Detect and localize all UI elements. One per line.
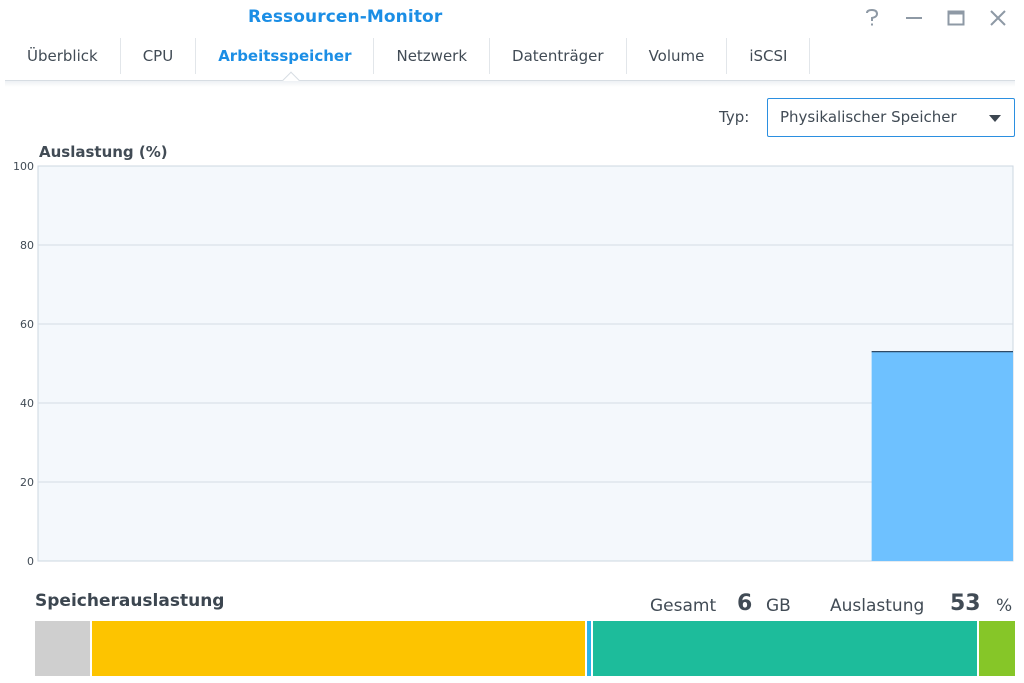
minimize-icon[interactable] <box>902 6 926 30</box>
memory-segment-free <box>978 621 1015 676</box>
usage-value: 53 <box>950 591 981 616</box>
chart-title: Auslastung (%) <box>39 143 168 161</box>
chart-area-fill <box>871 351 1013 561</box>
chart-y-tick-label: 100 <box>13 160 34 173</box>
total-unit: GB <box>766 596 791 616</box>
usage-unit: % <box>996 596 1013 616</box>
total-value: 6 <box>737 591 753 616</box>
chart-y-tick-label: 0 <box>27 555 34 568</box>
tab-cpu[interactable]: CPU <box>121 38 197 74</box>
memory-segment-used <box>91 621 587 676</box>
tab-overview[interactable]: Überblick <box>5 38 121 74</box>
maximize-icon[interactable] <box>944 6 968 30</box>
chart-plot-area <box>37 165 1014 562</box>
chart-y-tick-label: 60 <box>20 318 34 331</box>
type-select[interactable]: Physikalischer Speicher <box>767 98 1015 137</box>
type-label: Typ: <box>719 108 750 126</box>
memory-usage-bar <box>35 621 1015 676</box>
chart-y-tick-label: 40 <box>20 397 34 410</box>
close-icon[interactable] <box>986 6 1010 30</box>
type-select-value: Physikalischer Speicher <box>780 108 957 126</box>
title-bar: Ressourcen-Monitor <box>0 0 1024 36</box>
usage-chart: 0 20 40 60 80 100 <box>13 160 1014 568</box>
chevron-down-icon <box>989 115 1001 122</box>
total-label: Gesamt <box>650 596 717 616</box>
window-title: Ressourcen-Monitor <box>248 7 443 27</box>
tab-memory[interactable]: Arbeitsspeicher <box>196 38 375 74</box>
memory-segment-reserved <box>35 621 92 676</box>
tab-bar: Überblick CPU Arbeitsspeicher Netzwerk D… <box>5 38 811 80</box>
tab-volume[interactable]: Volume <box>627 38 728 74</box>
tab-shadow <box>5 81 1015 87</box>
usage-label: Auslastung <box>830 596 925 616</box>
memory-segment-cache <box>592 621 979 676</box>
tab-disk[interactable]: Datenträger <box>490 38 627 74</box>
help-icon[interactable] <box>860 6 884 30</box>
chart-y-tick-label: 80 <box>20 239 34 252</box>
chart-y-tick-label: 20 <box>20 476 34 489</box>
memory-usage-title: Speicherauslastung <box>35 591 225 611</box>
tab-iscsi[interactable]: iSCSI <box>727 38 811 74</box>
tab-network[interactable]: Netzwerk <box>374 38 491 74</box>
